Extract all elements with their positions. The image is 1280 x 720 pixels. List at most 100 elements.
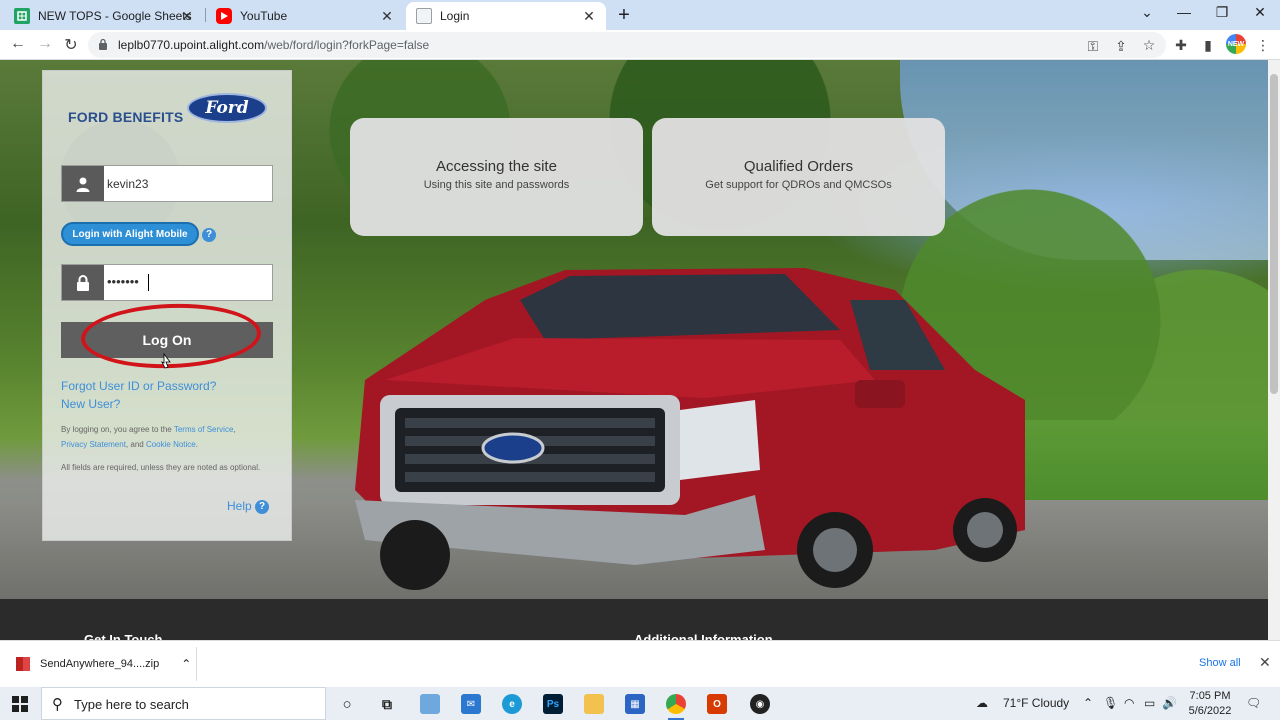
key-icon[interactable]: ⚿ [1084,38,1102,55]
card-accessing-the-site[interactable]: Accessing the site Using this site and p… [350,118,643,236]
terms-prefix: By logging on, you agree to the [61,425,174,434]
url-path: /web/ford/login?forkPage=false [264,38,430,52]
terms-of-service-link[interactable]: Terms of Service [174,425,234,434]
forgot-user-id-link[interactable]: Forgot User ID or Password? [61,379,216,393]
cookie-notice-link[interactable]: Cookie Notice [146,440,196,449]
ford-logo-text: Ford [205,98,249,118]
reload-icon[interactable]: ↻ [61,35,81,55]
help-link[interactable]: Help [227,499,252,513]
google-sheets-icon [14,8,30,24]
password-value: ••••••• [107,274,139,289]
show-all-downloads-link[interactable]: Show all [1199,657,1241,669]
brand-title: FORD BENEFITS [68,109,184,125]
truck-image [355,268,1025,590]
page-scrollbar[interactable] [1268,60,1280,640]
wifi-icon[interactable]: ◠ [1124,696,1134,710]
scrollbar-thumb[interactable] [1270,74,1278,394]
youtube-icon [216,8,232,24]
card-qualified-orders[interactable]: Qualified Orders Get support for QDROs a… [652,118,945,236]
back-arrow-icon[interactable]: ← [8,35,28,53]
new-user-link[interactable]: New User? [61,397,120,411]
help-question-icon[interactable]: ? [255,500,269,514]
file-explorer-folder-icon[interactable] [584,694,604,714]
username-value: kevin23 [107,177,149,191]
windows-start-icon[interactable] [12,696,28,712]
clock-time: 7:05 PM [1189,690,1231,702]
terms-comma: , [233,425,236,434]
download-item[interactable]: SendAnywhere_94....zip ⌃ [16,657,191,671]
user-icon [62,166,104,201]
task-view-icon[interactable]: ⧉ [377,694,397,714]
close-tab-icon[interactable]: ✕ [378,7,396,25]
notifications-icon[interactable]: 🗨 [1246,696,1261,710]
download-divider [196,647,197,681]
tab-search-chevron-icon[interactable]: ⌄ [1137,4,1157,21]
cortana-circle-icon[interactable]: ○ [337,694,357,714]
bookmark-star-icon[interactable]: ☆ [1140,37,1158,54]
downloads-bar: SendAnywhere_94....zip ⌃ Show all ✕ [0,640,1280,687]
page-footer: Get In Touch Additional Information [0,599,1268,640]
lock-icon [99,38,107,50]
tab-google-sheets[interactable]: NEW TOPS - Google Sheets ✕ [4,2,204,30]
microphone-icon[interactable]: 🎙 [1103,696,1118,710]
profile-initials: NEW [1227,40,1245,48]
mouse-pointer-icon [161,353,171,369]
card-title: Accessing the site [436,158,557,175]
minimize-window-icon[interactable]: — [1174,4,1194,20]
username-field[interactable]: kevin23 [61,165,273,202]
required-fields-note: All fields are required, unless they are… [61,463,261,472]
profile-avatar[interactable]: NEW [1226,34,1246,54]
address-bar[interactable]: leplb0770.upoint.alight.com/web/ford/log… [88,32,1166,58]
terms-and: , and [125,440,146,449]
volume-icon[interactable]: 🔊 [1162,696,1177,710]
help-label: Help [227,499,252,513]
system-clock[interactable]: 7:05 PM 5/6/2022 [1188,689,1232,719]
login-with-alight-mobile-button[interactable]: Login with Alight Mobile [61,222,199,246]
mail-icon[interactable]: ✉ [461,694,481,714]
terms-notice: By logging on, you agree to the Terms of… [61,422,276,452]
maximize-window-icon[interactable]: ❐ [1212,4,1232,21]
url-host: leplb0770.upoint.alight.com [118,38,265,52]
card-title: Qualified Orders [743,158,854,175]
tab-login[interactable]: Login ✕ [406,2,606,30]
password-field[interactable]: ••••••• [61,264,273,301]
tab-youtube[interactable]: YouTube ✕ [206,2,404,30]
url-text: leplb0770.upoint.alight.com/web/ford/log… [118,38,429,52]
side-panel-icon[interactable]: ▮ [1199,37,1217,54]
office-icon[interactable]: O [707,694,727,714]
search-placeholder: Type here to search [74,697,189,712]
menu-kebab-icon[interactable]: ⋮ [1254,37,1272,54]
edge-browser-icon[interactable]: e [502,694,522,714]
close-downloads-icon[interactable]: ✕ [1259,654,1271,671]
browser-toolbar: ← → ↻ leplb0770.upoint.alight.com/web/fo… [0,30,1280,60]
file-manager-icon[interactable] [420,694,440,714]
lock-icon [62,265,104,300]
search-icon: ⚲ [52,696,63,713]
clock-date: 5/6/2022 [1188,705,1232,717]
app-icon[interactable]: ◉ [750,694,770,714]
share-icon[interactable]: ⇪ [1112,38,1130,55]
web-page: Get In Touch Additional Information FORD… [0,60,1268,640]
card-subtitle: Get support for QDROs and QMCSOs [705,179,892,191]
chevron-up-icon[interactable]: ⌃ [1083,696,1093,710]
weather-text[interactable]: 71°F Cloudy [1003,696,1069,710]
chevron-up-icon[interactable]: ⌃ [181,657,191,671]
footer-heading-get-in-touch: Get In Touch [84,632,163,640]
taskbar-search-box[interactable]: ⚲ Type here to search [41,687,326,720]
browser-tab-strip: NEW TOPS - Google Sheets ✕ YouTube ✕ Log… [0,0,1280,30]
store-icon[interactable]: ▦ [625,694,645,714]
chrome-icon[interactable] [666,694,686,720]
card-subtitle: Using this site and passwords [423,179,570,191]
extensions-puzzle-icon[interactable]: ✚ [1172,37,1190,54]
new-tab-button[interactable]: + [614,4,634,27]
close-tab-icon[interactable]: ✕ [580,7,598,25]
tab-label: YouTube [240,9,288,23]
close-tab-icon[interactable]: ✕ [178,7,196,25]
footer-heading-additional-info: Additional Information [634,632,773,640]
close-window-icon[interactable]: ✕ [1250,4,1270,21]
forward-arrow-icon[interactable]: → [35,35,55,53]
help-question-icon[interactable]: ? [202,228,216,242]
photoshop-icon[interactable]: Ps [543,694,563,714]
privacy-statement-link[interactable]: Privacy Statement [61,440,126,449]
battery-icon[interactable]: ▭ [1144,696,1155,710]
